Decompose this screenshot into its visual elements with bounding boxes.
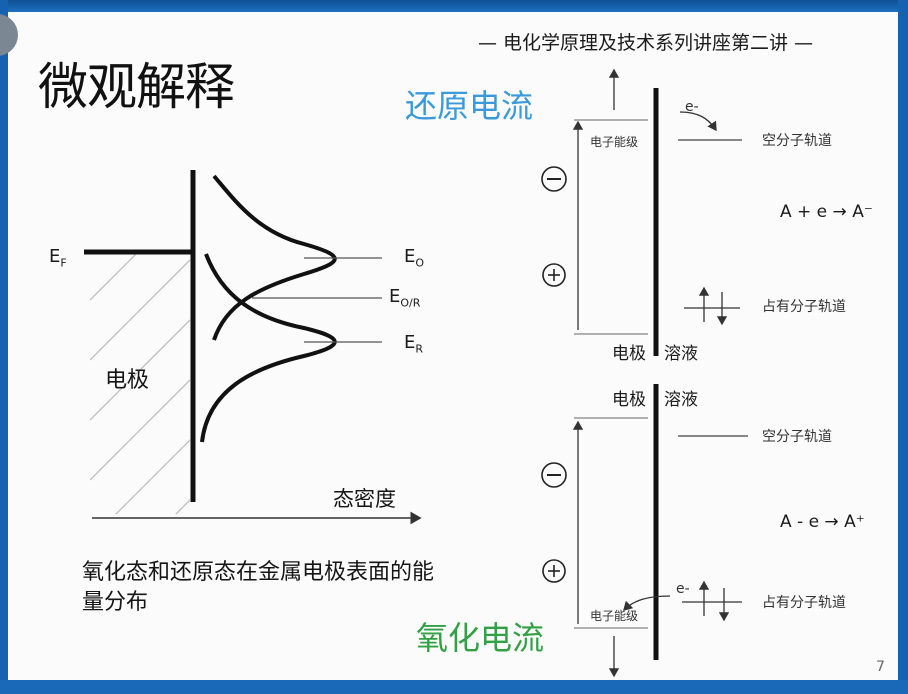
reduction-empty-orbital-label: 空分子轨道 [762,133,832,149]
oxidation-solution-label: 溶液 [664,390,698,410]
lecture-series-header: — 电化学原理及技术系列讲座第二讲 — [478,32,814,54]
figure-caption: 氧化态和还原态在金属电极表面的能量分布 [82,560,435,615]
fermi-level-label: EF [49,246,67,270]
er-label: ER [404,332,424,356]
page-number: 7 [876,659,885,675]
reduction-current-heading: 还原电流 [405,87,534,125]
eor-label: EO/R [389,286,421,310]
reduction-fermi-level-label: 电子能级 [590,135,639,149]
oxidation-equation: A - e → A⁺ [780,512,865,532]
reduced-state-curve [200,253,337,443]
oxidation-electron-label: e- [676,581,690,597]
oxidation-occupied-orbital-label: 占有分子轨道 [762,595,846,611]
oxidation-empty-orbital-label: 空分子轨道 [762,429,832,445]
oxidation-fermi-level-label: 电子能级 [590,609,639,623]
electrode-label: 电极 [105,368,150,393]
reduction-occupied-orbital-label: 占有分子轨道 [762,299,846,315]
dos-axis-label: 态密度 [333,487,396,511]
electron-transfer-arrow-2 [623,595,671,611]
reduction-electron-label: e- [685,99,699,115]
occupied-orbital-glyph-2 [682,580,742,622]
window-frame-right [898,0,908,694]
window-frame-bottom [0,680,908,694]
reduction-solution-label: 溶液 [664,344,698,364]
reduction-equation: A + e → A⁻ [780,202,873,222]
oxidation-current-heading: 氧化电流 [416,619,545,657]
eo-label: EO [404,246,425,270]
window-frame-left [0,0,8,694]
slide-title: 微观解释 [38,58,235,116]
reduction-electrode-label: 电极 [612,344,646,364]
slide: 微观解释 — 电化学原理及技术系列讲座第二讲 — EF EO EO/R ER 电… [8,12,898,680]
oxidation-electrode-label: 电极 [612,390,646,410]
window-frame-top [0,0,908,12]
occupied-orbital-glyph [684,286,740,326]
